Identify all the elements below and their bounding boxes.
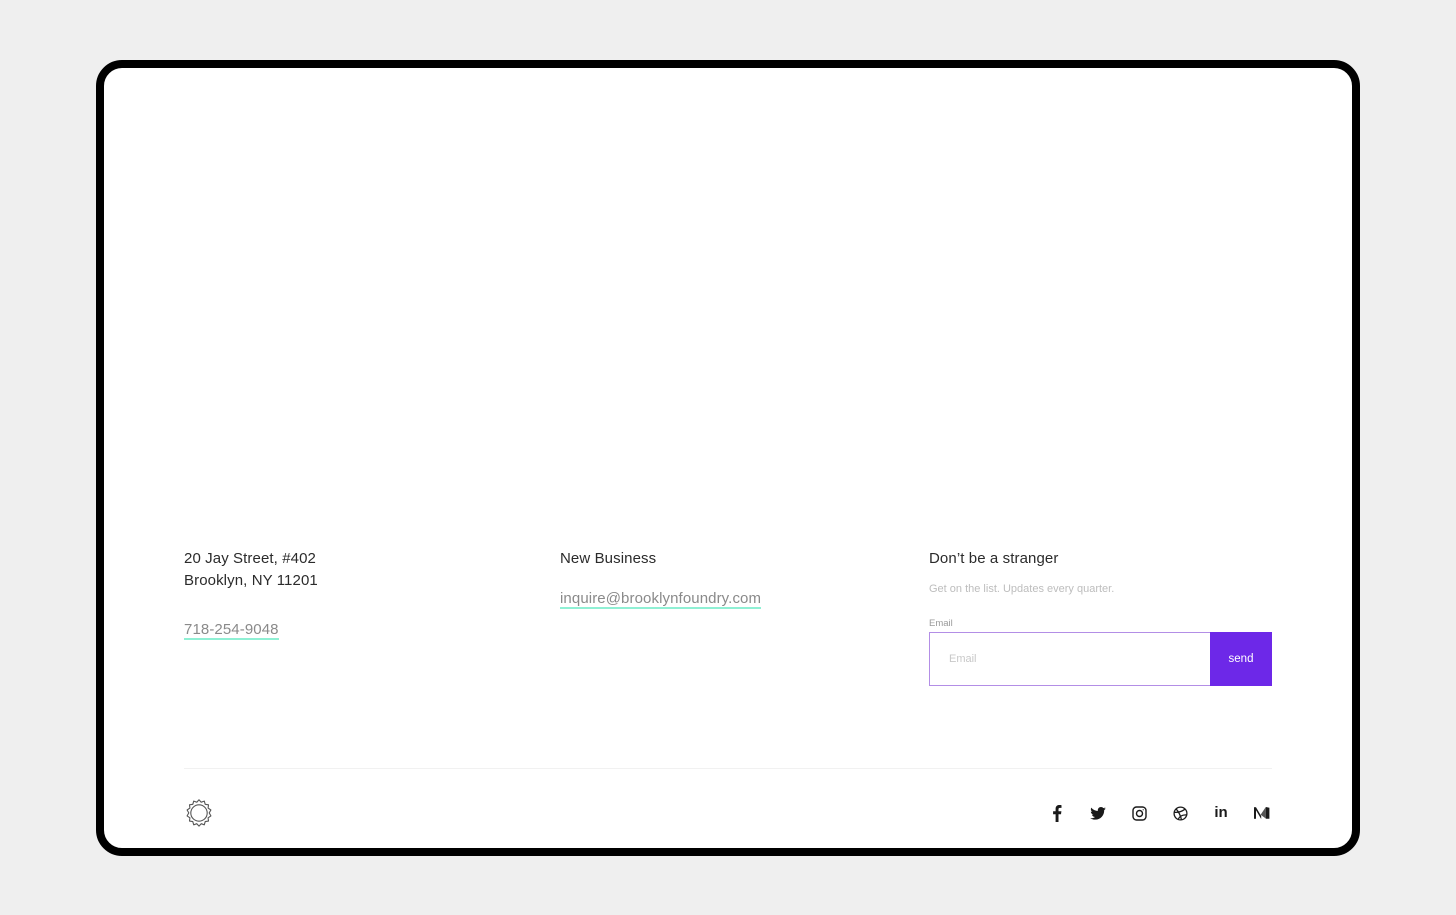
newsletter-subtext: Get on the list. Updates every quarter.	[929, 583, 1115, 595]
newsletter-form: send	[929, 632, 1272, 686]
dribbble-icon[interactable]	[1170, 803, 1190, 823]
business-column: New Business inquire@brooklynfoundry.com	[560, 548, 860, 609]
medium-icon[interactable]	[1252, 803, 1272, 823]
newsletter-column: Don’t be a stranger Get on the list. Upd…	[929, 548, 1272, 686]
instagram-icon[interactable]	[1129, 803, 1149, 823]
linkedin-label: in	[1214, 804, 1228, 821]
footer-divider	[184, 768, 1272, 769]
linkedin-icon[interactable]: in	[1211, 803, 1231, 823]
address-line-2: Brooklyn, NY 11201	[184, 572, 318, 589]
phone-link[interactable]: 718-254-9048	[184, 621, 279, 640]
gear-logo-icon[interactable]	[184, 798, 214, 828]
twitter-icon[interactable]	[1088, 803, 1108, 823]
email-input[interactable]	[929, 632, 1210, 686]
facebook-icon[interactable]	[1047, 803, 1067, 823]
social-links: in	[1047, 803, 1272, 823]
device-frame: 20 Jay Street, #402 Brooklyn, NY 11201 7…	[96, 60, 1360, 856]
business-email-link[interactable]: inquire@brooklynfoundry.com	[560, 590, 762, 609]
address-column: 20 Jay Street, #402 Brooklyn, NY 11201 7…	[184, 548, 484, 640]
newsletter-heading: Don’t be a stranger	[929, 550, 1059, 567]
email-field-label: Email	[929, 618, 953, 629]
address-line-1: 20 Jay Street, #402	[184, 550, 316, 567]
business-heading: New Business	[560, 550, 657, 567]
send-button[interactable]: send	[1210, 632, 1272, 686]
